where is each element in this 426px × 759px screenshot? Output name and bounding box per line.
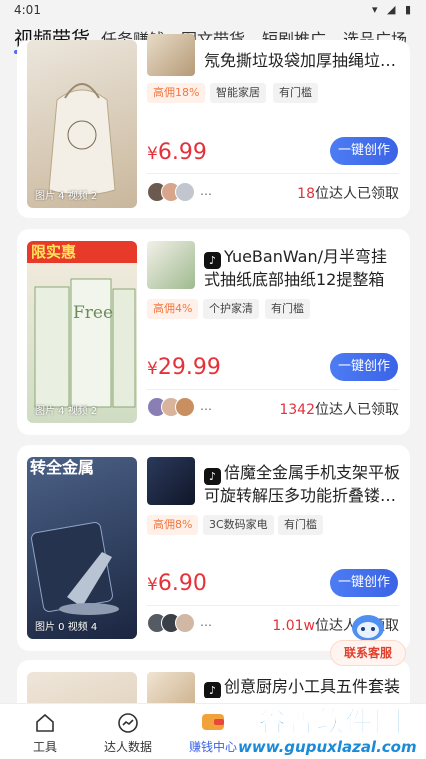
media-count: 图片 4 视频 2	[35, 191, 98, 202]
site-watermark: 谷普软件园 www.gupuxlazal.com	[232, 700, 426, 759]
avatar	[175, 397, 195, 417]
product-image	[147, 457, 195, 505]
more-creators: …	[200, 399, 212, 413]
category-tag: 个护家清	[203, 299, 259, 319]
threshold-tag: 有门槛	[265, 299, 310, 319]
robot-icon	[352, 615, 384, 641]
avatar	[175, 182, 195, 202]
contact-service-button[interactable]: 联系客服	[330, 640, 406, 666]
more-creators: …	[200, 184, 212, 198]
avatar	[175, 613, 195, 633]
product-price: ¥29.99	[147, 355, 221, 380]
creator-avatars	[147, 182, 199, 202]
product-title[interactable]: ♪ 倍魔全金属手机支架平板可旋转解压多功能折叠镂…	[204, 462, 400, 506]
nav-tools-label: 工具	[32, 740, 57, 754]
divider	[147, 173, 399, 174]
commission-tag: 高佣18%	[147, 83, 206, 103]
tiktok-icon: ♪	[204, 682, 221, 698]
claimed-count: 18位达人已领取	[297, 186, 399, 202]
category-tag: 3C数码家电	[203, 515, 274, 535]
product-card[interactable]: 限实惠 Free 图片 4 视频 2 ♪ YueBanWan/月半弯挂式抽纸底部抽…	[17, 229, 410, 435]
watermark-url: www.gupuxlazal.com	[238, 738, 417, 756]
chart-icon	[118, 713, 138, 733]
creator-avatars	[147, 613, 199, 633]
product-thumbnail[interactable]: 转全金属 图片 0 视频 4	[27, 457, 137, 639]
product-image	[147, 241, 195, 289]
claimed-count: 1342位达人已领取	[279, 402, 399, 418]
threshold-tag: 有门槛	[278, 515, 323, 535]
media-count: 图片 4 视频 2	[35, 406, 98, 417]
status-time: 4:01	[14, 3, 41, 17]
product-title[interactable]: 氖免撕垃圾袋加厚抽绳垃…	[204, 50, 400, 72]
product-image	[147, 34, 195, 76]
create-button[interactable]: 一键创作	[330, 569, 398, 597]
home-icon	[36, 713, 54, 732]
create-button[interactable]: 一键创作	[330, 353, 398, 381]
system-icons: ▾ ◢ ▮	[371, 3, 414, 16]
commission-tag: 高佣4%	[147, 299, 199, 319]
status-bar: 4:01 ▾ ◢ ▮	[0, 0, 426, 20]
commission-tag: 高佣8%	[147, 515, 199, 535]
creator-avatars	[147, 397, 199, 417]
nav-creator-data-label: 达人数据	[103, 740, 152, 754]
divider	[147, 605, 399, 606]
customer-service-widget[interactable]: 联系客服	[330, 610, 406, 668]
product-title[interactable]: ♪YueBanWan/月半弯挂式抽纸底部抽纸12提整箱可…	[204, 246, 400, 290]
phone-stand-illustration	[31, 521, 119, 615]
category-tag: 智能家居	[210, 83, 266, 103]
product-title[interactable]: ♪ 创意厨房小工具五件套装	[204, 676, 400, 698]
tiktok-icon: ♪	[204, 468, 221, 485]
media-count: 图片 0 视频 4	[35, 622, 98, 633]
trash-bag-illustration	[48, 83, 116, 196]
nav-tools[interactable]: 工具	[0, 704, 90, 759]
threshold-tag: 有门槛	[273, 83, 318, 103]
create-button[interactable]: 一键创作	[330, 137, 398, 165]
product-thumbnail[interactable]: 图片 4 视频 2	[27, 40, 137, 208]
wallet-icon	[202, 714, 224, 730]
brand-text: Free	[73, 303, 114, 323]
divider	[147, 389, 399, 390]
product-price: ¥6.99	[147, 140, 207, 165]
tissue-box-illustration	[34, 278, 136, 408]
product-card[interactable]: 图片 4 视频 2 氖免撕垃圾袋加厚抽绳垃… 高佣18% 智能家居 有门槛 ¥6…	[17, 34, 410, 218]
tiktok-icon: ♪	[204, 252, 221, 269]
watermark-title: 谷普软件园	[257, 705, 404, 739]
more-creators: …	[200, 615, 212, 629]
product-thumbnail[interactable]: 限实惠 Free 图片 4 视频 2	[27, 241, 137, 423]
nav-creator-data[interactable]: 达人数据	[83, 704, 173, 759]
product-price: ¥6.90	[147, 571, 207, 596]
